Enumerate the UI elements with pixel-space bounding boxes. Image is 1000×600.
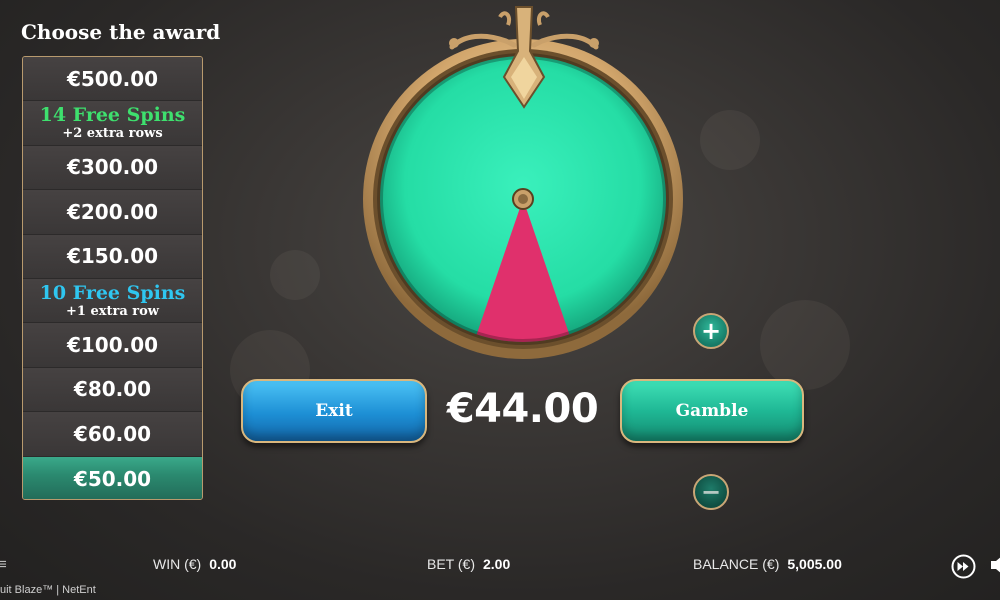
award-panel-title: Choose the award (21, 20, 221, 44)
award-row: €80.00 (23, 367, 202, 413)
award-value: €200.00 (66, 199, 159, 224)
award-list: €500.00 14 Free Spins +2 extra rows €300.00… (22, 56, 203, 500)
award-value: €300.00 (66, 155, 159, 180)
win-value: 0.00 (209, 556, 237, 572)
award-row: 14 Free Spins +2 extra rows (23, 101, 202, 146)
award-value: 10 Free Spins (39, 281, 186, 304)
sound-icon[interactable] (990, 554, 1000, 576)
award-row: 10 Free Spins +1 extra row (23, 278, 202, 324)
award-row: €300.00 (23, 145, 202, 191)
bokeh-light (270, 250, 320, 300)
exit-button[interactable]: Exit (241, 379, 427, 443)
award-row: €200.00 (23, 190, 202, 235)
win-display: WIN (€) 0.00 (153, 556, 236, 572)
wheel-pointer (449, 6, 599, 109)
award-subtext: +1 extra row (66, 303, 159, 319)
win-label: WIN (€) (153, 556, 202, 572)
bokeh-light (700, 110, 760, 170)
plus-icon: + (700, 317, 722, 345)
bet-display: BET (€) 2.00 (427, 556, 510, 572)
balance-label: BALANCE (€) (693, 556, 780, 572)
award-row: €150.00 (23, 234, 202, 279)
minus-icon: − (700, 478, 722, 506)
menu-icon[interactable]: ≡ (0, 556, 7, 573)
award-subtext: +2 extra rows (62, 126, 163, 142)
award-row: €50.00 (23, 456, 202, 499)
gamble-stake: €44.00 (446, 386, 599, 432)
award-value: €50.00 (73, 466, 152, 491)
wheel-hub-center (518, 194, 528, 204)
increase-stake-button[interactable]: + (693, 313, 729, 349)
award-row: €60.00 (23, 412, 202, 457)
award-row: €500.00 (23, 57, 202, 102)
bet-value: 2.00 (482, 556, 511, 572)
award-value: €60.00 (73, 421, 152, 446)
decrease-stake-button[interactable]: − (693, 474, 729, 510)
award-value: €80.00 (73, 377, 152, 402)
balance-value: 5,005.00 (787, 556, 842, 572)
fast-forward-icon[interactable] (951, 554, 976, 579)
bokeh-light (760, 300, 850, 390)
award-row: €100.00 (23, 323, 202, 368)
award-value: €150.00 (66, 244, 159, 269)
award-value: 14 Free Spins (39, 104, 186, 127)
award-value: €100.00 (66, 333, 159, 358)
balance-display: BALANCE (€) 5,005.00 (693, 556, 842, 572)
gamble-button[interactable]: Gamble (620, 379, 804, 443)
award-value: €500.00 (66, 66, 159, 91)
bet-label: BET (€) (427, 556, 475, 572)
game-brand: uit Blaze™ | NetEnt (0, 584, 96, 596)
